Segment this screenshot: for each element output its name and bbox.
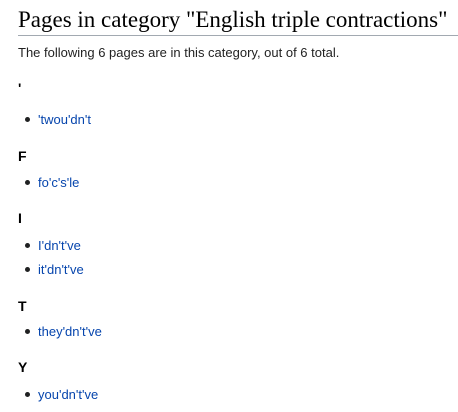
group-heading-apostrophe: '	[18, 80, 22, 96]
page-link[interactable]: I'dn't've	[38, 238, 81, 253]
bullet-icon	[25, 267, 30, 273]
page-link[interactable]: 'twou'dn't	[38, 112, 91, 127]
page-link[interactable]: it'dn't've	[38, 262, 84, 277]
list-item: they'dn't've	[25, 323, 102, 341]
bullet-icon	[25, 329, 30, 335]
group-heading-f: F	[18, 148, 27, 164]
category-intro: The following 6 pages are in this catego…	[18, 45, 340, 60]
page-link[interactable]: you'dn't've	[38, 387, 98, 402]
bullet-icon	[25, 117, 30, 123]
list-item: it'dn't've	[25, 261, 84, 279]
category-page: Pages in category "English triple contra…	[0, 0, 458, 412]
list-item: you'dn't've	[25, 386, 98, 404]
list-item: 'twou'dn't	[25, 111, 91, 129]
page-link[interactable]: fo'c's'le	[38, 175, 79, 190]
bullet-icon	[25, 392, 30, 398]
group-heading-t: T	[18, 298, 27, 314]
group-heading-i: I	[18, 210, 22, 226]
page-link[interactable]: they'dn't've	[38, 324, 102, 339]
bullet-icon	[25, 180, 30, 186]
bullet-icon	[25, 243, 30, 249]
title-divider	[18, 35, 458, 36]
list-item: I'dn't've	[25, 237, 81, 255]
list-item: fo'c's'le	[25, 174, 79, 192]
page-title: Pages in category "English triple contra…	[18, 7, 448, 32]
group-heading-y: Y	[18, 359, 28, 375]
